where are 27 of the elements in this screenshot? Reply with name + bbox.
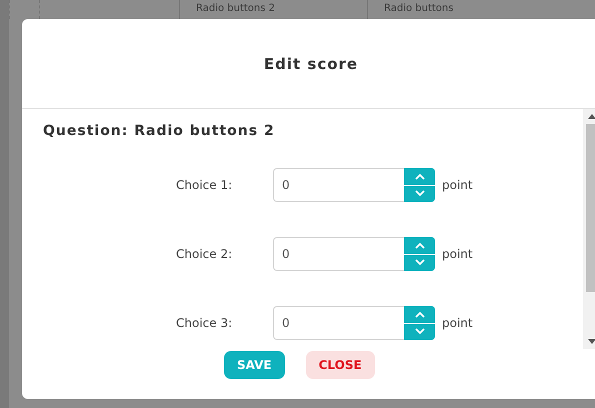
scroll-down-icon[interactable] xyxy=(588,339,595,344)
chevron-down-icon xyxy=(414,259,424,266)
scrollbar[interactable] xyxy=(583,109,595,349)
dialog-title: Edit score xyxy=(264,54,358,72)
chevron-down-icon xyxy=(414,190,424,198)
column-header: Radio buttons 2 xyxy=(196,3,276,14)
column-header: Radio buttons xyxy=(384,3,454,14)
score-input[interactable]: 0 xyxy=(273,168,404,202)
choice-label: Choice 3: xyxy=(176,316,234,330)
unit-label: point xyxy=(442,316,473,330)
choice-label: Choice 1: xyxy=(176,178,234,192)
question-title: Question: Radio buttons 2 xyxy=(43,123,276,139)
unit-label: point xyxy=(442,247,473,261)
chevron-down-icon xyxy=(414,328,424,336)
decrement-button[interactable] xyxy=(404,184,435,202)
decrement-button[interactable] xyxy=(404,322,435,340)
chevron-up-icon xyxy=(414,172,424,180)
scrollbar-thumb[interactable] xyxy=(586,124,595,292)
score-input[interactable]: 0 xyxy=(273,237,404,271)
unit-label: point xyxy=(442,178,473,192)
score-input[interactable]: 0 xyxy=(273,306,404,340)
scroll-up-icon[interactable] xyxy=(588,114,595,119)
choice-label: Choice 2: xyxy=(176,247,234,261)
chevron-up-icon xyxy=(414,242,424,249)
chevron-up-icon xyxy=(414,310,424,318)
decrement-button[interactable] xyxy=(404,254,435,271)
close-button[interactable]: CLOSE xyxy=(306,351,375,379)
